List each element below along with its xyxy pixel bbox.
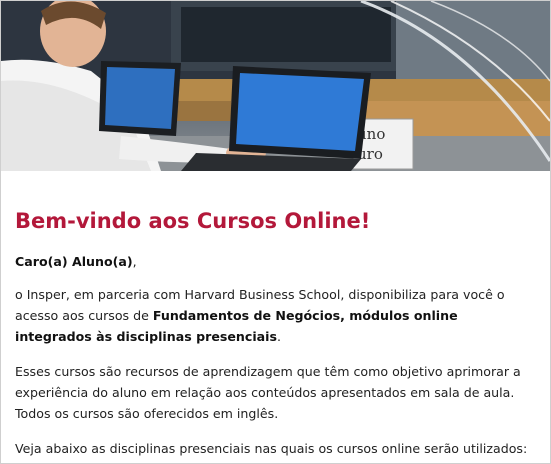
paragraph-intro: o Insper, em parceria com Harvard Busine… [15,284,535,347]
greeting-name: Caro(a) Aluno(a) [15,254,133,269]
greeting-suffix: , [132,254,137,269]
email-body: Bem-vindo aos Cursos Online! Caro(a) Alu… [15,209,535,463]
classroom-illustration: uno uro [1,1,550,171]
paragraph-intro-end: . [276,329,281,344]
paragraph-description: Esses cursos são recursos de aprendizage… [15,364,521,421]
banner-image: uno uro [1,1,550,171]
greeting: Caro(a) Aluno(a), [15,251,535,272]
welcome-title: Bem-vindo aos Cursos Online! [15,209,371,233]
paragraph-list-intro: Veja abaixo as disciplinas presenciais n… [15,441,528,456]
email-frame: uno uro Bem-vindo aos Cursos Online! Car… [0,0,551,464]
